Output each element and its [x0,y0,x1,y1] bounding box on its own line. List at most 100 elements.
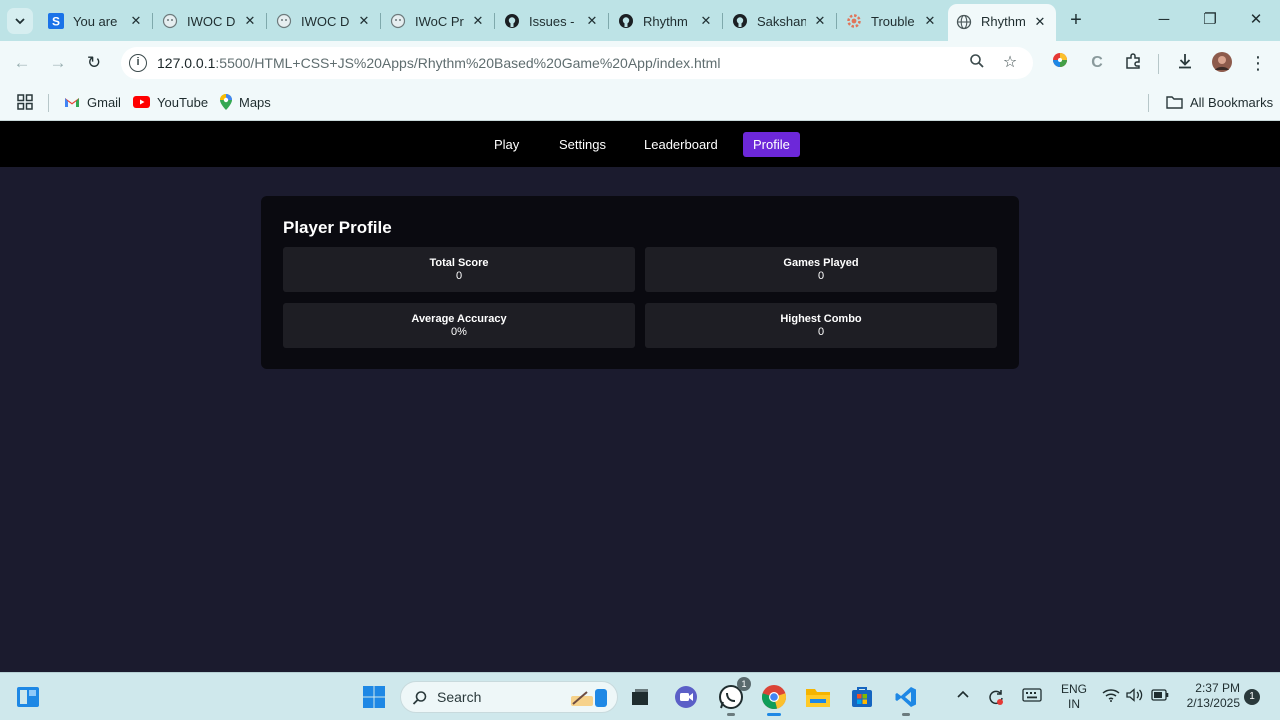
url-text[interactable]: 127.0.0.1:5500/HTML+CSS+JS%20Apps/Rhythm… [157,55,720,71]
bookmark-divider [48,94,49,112]
widgets-icon[interactable] [12,681,44,713]
site-info-icon[interactable]: i [129,54,147,72]
clock-time: 2:37 PM [1195,681,1240,695]
extension-c-icon[interactable]: C [1086,52,1108,74]
close-icon[interactable]: ✕ [242,13,258,29]
meet-video-icon[interactable] [670,681,702,713]
close-icon[interactable]: ✕ [584,13,600,29]
sync-icon[interactable] [987,688,1005,709]
tab-separator [836,13,837,29]
stat-label: Highest Combo [780,313,862,325]
back-button[interactable]: ← [10,51,34,75]
close-window-button[interactable]: ✕ [1233,6,1279,34]
restore-button[interactable]: ❐ [1187,6,1233,34]
browser-tab-active[interactable]: Rhythm ✕ [948,4,1056,41]
tab-separator [152,13,153,29]
stat-games-played: Games Played 0 [645,247,997,292]
url-host: 127.0.0.1 [157,55,216,71]
tab-separator [494,13,495,29]
extensions-puzzle-icon[interactable] [1122,52,1144,74]
stat-value: 0 [817,270,825,282]
reload-button[interactable]: ↻ [82,51,106,75]
language-code: ENG [1060,682,1087,696]
system-clock[interactable]: 2:37 PM 2/13/2025 [1180,681,1240,711]
nav-profile[interactable]: Profile [743,132,800,157]
stat-total-score: Total Score 0 [283,247,635,292]
globe-icon [390,13,406,29]
zoom-search-icon[interactable] [967,53,987,73]
toolbar-divider [1158,54,1159,74]
vscode-icon[interactable] [890,681,922,716]
color-wheel-extension-icon[interactable] [1049,52,1071,74]
tab-separator [608,13,609,29]
whatsapp-icon[interactable]: 1 [715,677,751,716]
tab-search-button[interactable] [7,8,33,34]
stat-average-accuracy: Average Accuracy 0% [283,303,635,348]
gmail-icon [64,96,80,108]
address-bar[interactable]: i 127.0.0.1:5500/HTML+CSS+JS%20Apps/Rhyt… [121,47,1033,79]
running-indicator [727,713,735,716]
browser-tab[interactable]: IWoC Pr ✕ [382,6,494,36]
keyboard-icon[interactable] [1022,688,1042,705]
bookmark-maps[interactable]: Maps [220,92,271,112]
bookmark-youtube[interactable]: YouTube [133,92,208,112]
volume-icon[interactable] [1126,688,1144,705]
browser-tab[interactable]: Rhythm ✕ [610,6,722,36]
bookmark-label: YouTube [157,94,209,110]
chevron-down-icon [15,18,25,25]
tab-title: IWOC D [187,13,236,29]
close-icon[interactable]: ✕ [356,13,372,29]
close-icon[interactable]: ✕ [128,13,144,29]
star-icon[interactable]: ☆ [1000,53,1020,73]
microsoft-store-icon[interactable] [846,681,878,713]
profile-title: Player Profile [283,218,392,237]
browser-tab[interactable]: Sakshan ✕ [724,6,836,36]
apps-grid-icon[interactable] [17,92,33,112]
svg-text:S: S [52,15,60,29]
profile-avatar[interactable] [1211,52,1233,74]
all-bookmarks-button[interactable]: All Bookmarks [1166,92,1273,112]
language-indicator[interactable]: ENG IN [1060,682,1088,712]
s-icon: S [48,13,64,29]
menu-dots-icon[interactable]: ⋮ [1247,52,1269,74]
windows-start-icon[interactable] [358,681,390,713]
browser-toolbar: ← → ↻ i 127.0.0.1:5500/HTML+CSS+JS%20App… [0,41,1280,85]
browser-tab-strip: S You are ✕ IWOC D ✕ IWOC D ✕ IWoC Pr ✕ … [0,0,1280,41]
taskbar-search[interactable]: Search [400,681,618,713]
browser-tab[interactable]: IWOC D ✕ [154,6,266,36]
task-view-icon[interactable] [624,681,656,713]
forward-button[interactable]: → [46,51,70,75]
tab-title: Sakshan [757,13,806,29]
chrome-icon[interactable] [758,681,790,716]
close-icon[interactable]: ✕ [812,13,828,29]
close-icon[interactable]: ✕ [698,13,714,29]
download-icon[interactable] [1174,52,1196,74]
battery-icon[interactable] [1151,688,1169,704]
bookmark-label: Maps [239,94,271,110]
file-explorer-icon[interactable] [802,681,834,713]
browser-tab[interactable]: IWOC D ✕ [268,6,380,36]
close-icon[interactable]: ✕ [1032,14,1048,30]
bookmark-gmail[interactable]: Gmail [64,92,121,112]
nav-leaderboard[interactable]: Leaderboard [634,132,728,157]
close-icon[interactable]: ✕ [470,13,486,29]
bookmark-label: Gmail [87,94,121,110]
wifi-icon[interactable] [1102,688,1120,705]
minimize-button[interactable]: ─ [1141,6,1187,34]
new-tab-button[interactable]: + [1064,9,1088,33]
close-icon[interactable]: ✕ [922,13,938,29]
notification-badge[interactable]: 1 [1244,689,1260,705]
nav-settings[interactable]: Settings [549,132,616,157]
nav-play[interactable]: Play [484,132,529,157]
tab-title: You are [73,13,118,29]
stat-label: Average Accuracy [411,313,507,325]
chevron-up-icon[interactable] [956,688,970,705]
active-indicator [767,713,781,716]
clock-date: 2/13/2025 [1186,696,1240,710]
browser-tab[interactable]: Trouble ✕ [838,6,946,36]
bookmarks-bar: Gmail YouTube Maps All Bookmarks [0,85,1280,121]
bookmark-divider [1148,94,1149,112]
browser-tab[interactable]: S You are ✕ [40,6,152,36]
browser-tab[interactable]: Issues - ✕ [496,6,608,36]
whatsapp-badge: 1 [737,677,751,691]
